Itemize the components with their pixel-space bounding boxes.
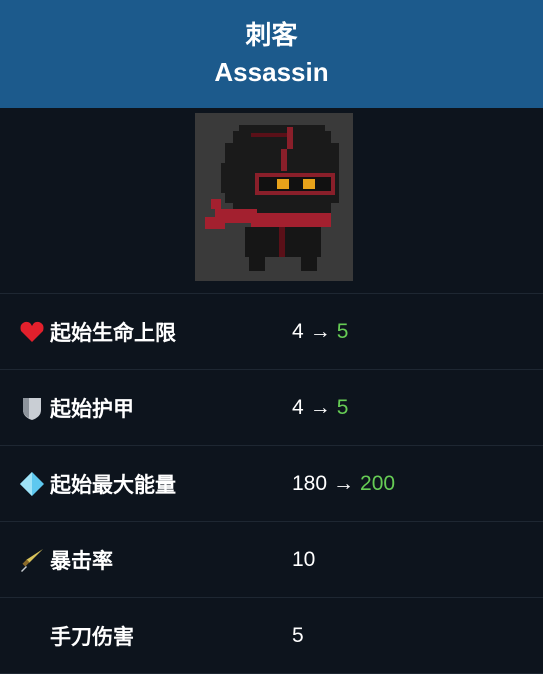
arrow: →: [333, 471, 355, 495]
assassin-portrait: [195, 113, 353, 281]
old-value: 4: [292, 395, 304, 419]
new-value: 5: [336, 395, 349, 419]
stat-row-armor: 起始护甲 4 → 5: [0, 370, 543, 446]
stat-label: 起始生命上限: [50, 320, 176, 345]
stat-label: 手刀伤害: [50, 624, 134, 649]
stat-row-melee-damage: 手刀伤害 5: [0, 598, 543, 674]
energy-crystal-icon: [18, 470, 46, 498]
old-value: 4: [292, 319, 304, 343]
assassin-ninja-sprite-icon: [205, 125, 339, 271]
stat-row-max-health: 起始生命上限 4 → 5: [0, 294, 543, 370]
stat-value: 10: [292, 547, 316, 571]
character-title-en: Assassin: [214, 57, 329, 87]
stat-value: 4 → 5: [292, 396, 348, 420]
new-value: 200: [360, 471, 396, 495]
stat-value: 180 → 200: [292, 472, 395, 496]
heart-icon: [18, 318, 46, 346]
old-value: 180: [292, 471, 328, 495]
character-title-cn: 刺客: [245, 21, 298, 51]
stat-label: 起始护甲: [50, 396, 134, 421]
crit-blade-icon: [18, 546, 46, 574]
stat-label: 起始最大能量: [50, 472, 176, 497]
stat-row-max-energy: 起始最大能量 180 → 200: [0, 446, 543, 522]
new-value: 5: [336, 319, 349, 343]
stat-value: 4 → 5: [292, 320, 348, 344]
shield-icon: [18, 394, 46, 422]
arrow: →: [309, 319, 331, 343]
header: 刺客 Assassin: [0, 0, 543, 108]
stat-row-crit-rate: 暴击率 10: [0, 522, 543, 598]
stat-label: 暴击率: [50, 548, 113, 573]
portrait-row: [0, 108, 543, 294]
stat-value: 5: [292, 623, 304, 647]
arrow: →: [309, 395, 331, 419]
